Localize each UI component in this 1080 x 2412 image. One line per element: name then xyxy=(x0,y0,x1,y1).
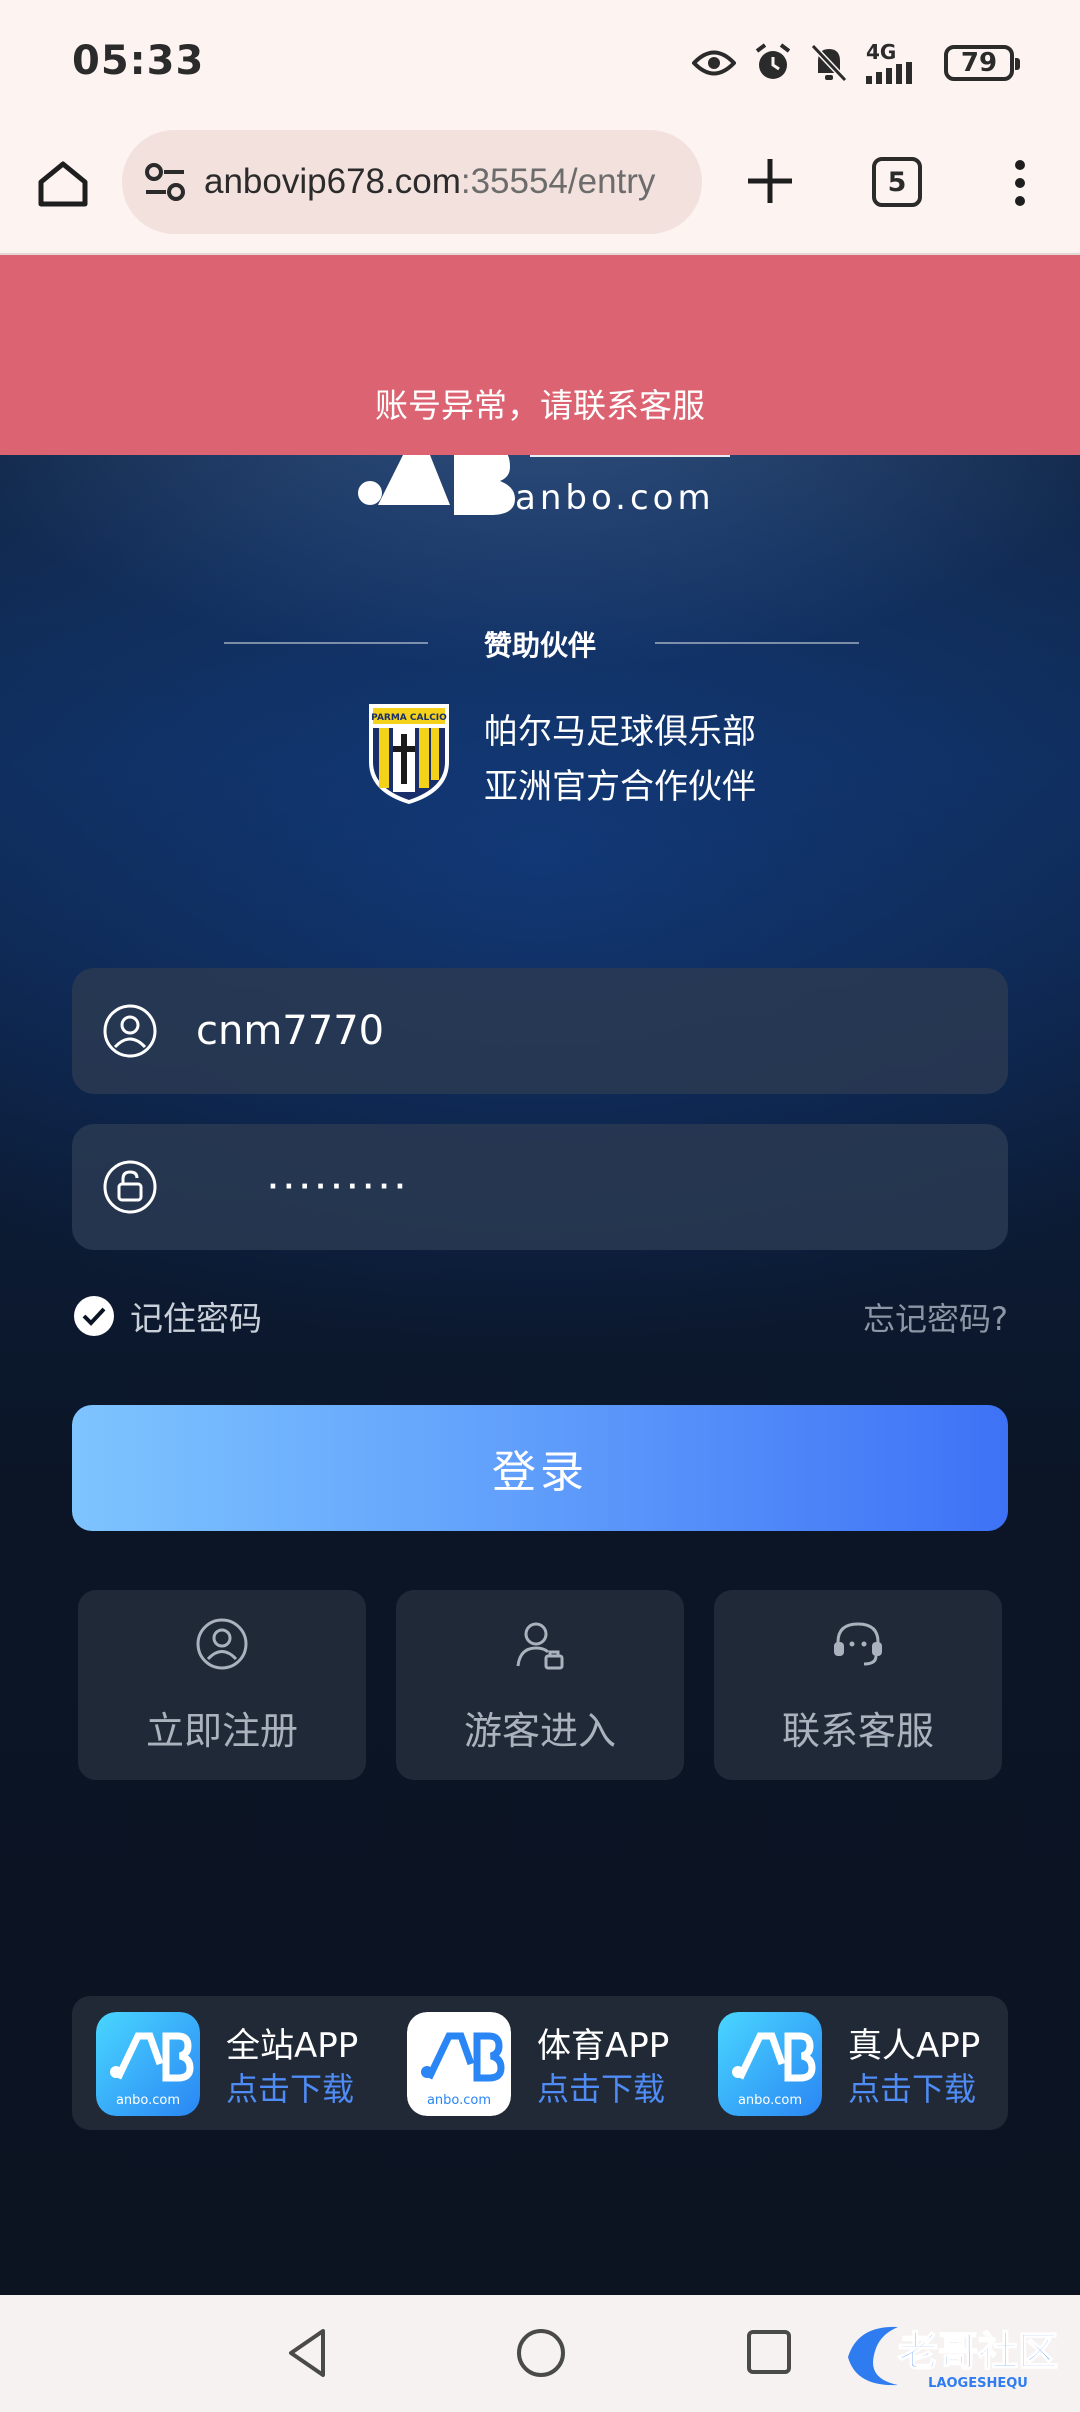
register-label: 立即注册 xyxy=(145,1709,298,1753)
checkmark-icon xyxy=(74,1296,114,1336)
battery-level: 79 xyxy=(960,48,998,78)
status-icons: 4G 79 xyxy=(692,38,1020,88)
url-host: anbovip678.com xyxy=(204,162,461,201)
back-icon[interactable] xyxy=(283,2325,333,2381)
password-field[interactable]: ········· xyxy=(72,1124,1008,1250)
brand-domain: anbo.com xyxy=(515,478,715,518)
lock-icon xyxy=(103,1160,157,1214)
signal-indicator: 4G xyxy=(866,42,926,84)
watermark-subtext: LAOGESHEQU xyxy=(928,2376,1028,2391)
home-icon xyxy=(38,161,88,207)
login-button[interactable]: 登录 xyxy=(72,1405,1008,1531)
new-tab-icon[interactable] xyxy=(740,151,800,211)
app-icon-text: anbo.com xyxy=(116,2093,180,2108)
anbo-app-icon: anbo.com xyxy=(718,2012,822,2116)
status-bar: 05:33 4G 79 xyxy=(0,0,1080,125)
home-button[interactable] xyxy=(30,151,96,217)
customer-service-label: 联系客服 xyxy=(781,1709,934,1753)
network-type: 4G xyxy=(866,40,897,64)
guest-entry-button[interactable]: 游客进入 xyxy=(396,1590,684,1780)
user-circle-icon xyxy=(196,1618,248,1670)
divider xyxy=(224,642,428,644)
error-alert-banner: 账号异常，请联系客服 xyxy=(0,255,1080,455)
app-download-sports[interactable]: anbo.com 体育APP 点击下载 xyxy=(383,2012,683,2116)
address-bar[interactable]: anbovip678.com:35554/entry xyxy=(122,130,702,234)
download-link[interactable]: 点击下载 xyxy=(226,2064,354,2110)
remember-label: 记住密码 xyxy=(130,1299,262,1338)
download-link[interactable]: 点击下载 xyxy=(537,2064,665,2110)
remember-password-checkbox[interactable]: 记住密码 xyxy=(74,1292,262,1340)
site-settings-icon[interactable] xyxy=(142,159,188,205)
app-download-live[interactable]: anbo.com 真人APP 点击下载 xyxy=(694,2012,994,2116)
recents-icon[interactable] xyxy=(745,2328,793,2376)
app-name: 全站APP xyxy=(226,2026,359,2066)
menu-icon[interactable] xyxy=(1000,153,1040,213)
anbo-app-icon: anbo.com xyxy=(407,2012,511,2116)
register-button[interactable]: 立即注册 xyxy=(78,1590,366,1780)
sponsor-label: 赞助伙伴 xyxy=(483,629,596,662)
app-icon-text: anbo.com xyxy=(738,2093,802,2108)
app-download-bar: anbo.com 全站APP 点击下载 anbo.com 体育APP 点击下载 … xyxy=(72,1996,1008,2130)
app-icon-text: anbo.com xyxy=(427,2093,491,2108)
browser-toolbar: anbovip678.com:35554/entry 5 xyxy=(0,125,1080,255)
url-text: anbovip678.com:35554/entry xyxy=(204,162,655,202)
download-link[interactable]: 点击下载 xyxy=(848,2064,976,2110)
app-name: 体育APP xyxy=(537,2026,670,2066)
tab-count: 5 xyxy=(887,166,907,198)
battery-icon: 79 xyxy=(944,45,1020,81)
alert-message: 账号异常，请联系客服 xyxy=(375,386,705,425)
guest-icon xyxy=(516,1622,564,1670)
system-nav-bar: 老哥社区 LAOGESHEQU xyxy=(0,2295,1080,2412)
quick-actions: 立即注册 游客进入 联系客服 xyxy=(78,1590,1002,1780)
app-name: 真人APP xyxy=(848,2026,981,2066)
partner-club: 帕尔马足球俱乐部 xyxy=(484,712,756,752)
username-value: cnm7770 xyxy=(196,1008,385,1054)
customer-service-button[interactable]: 联系客服 xyxy=(714,1590,1002,1780)
forgot-password-link[interactable]: 忘记密码? xyxy=(863,1294,1008,1340)
status-time: 05:33 xyxy=(72,38,205,84)
headset-icon xyxy=(834,1622,882,1666)
guest-label: 游客进入 xyxy=(463,1709,616,1753)
bell-off-icon xyxy=(810,43,848,83)
login-page-background xyxy=(0,255,1080,2295)
tab-switcher-button[interactable]: 5 xyxy=(872,157,922,207)
watermark-text: 老哥社区 xyxy=(898,2329,1058,2375)
alarm-icon xyxy=(755,43,791,79)
anbo-app-icon: anbo.com xyxy=(96,2012,200,2116)
svg-text:PARMA CALCIO: PARMA CALCIO xyxy=(371,713,447,723)
home-circle-icon[interactable] xyxy=(515,2327,567,2379)
url-path: :35554/entry xyxy=(460,162,656,201)
username-field[interactable]: cnm7770 xyxy=(72,968,1008,1094)
app-download-all[interactable]: anbo.com 全站APP 点击下载 xyxy=(72,2012,372,2116)
laoge-watermark-logo: 老哥社区 LAOGESHEQU xyxy=(848,2326,1059,2391)
password-value: ········· xyxy=(268,1172,411,1202)
partner-title: 亚洲官方合作伙伴 xyxy=(484,767,756,807)
user-icon xyxy=(103,1004,157,1058)
parma-calcio-crest: PARMA CALCIO xyxy=(369,704,449,804)
eye-icon xyxy=(692,50,736,76)
divider xyxy=(655,642,859,644)
signal-icon xyxy=(866,62,912,84)
